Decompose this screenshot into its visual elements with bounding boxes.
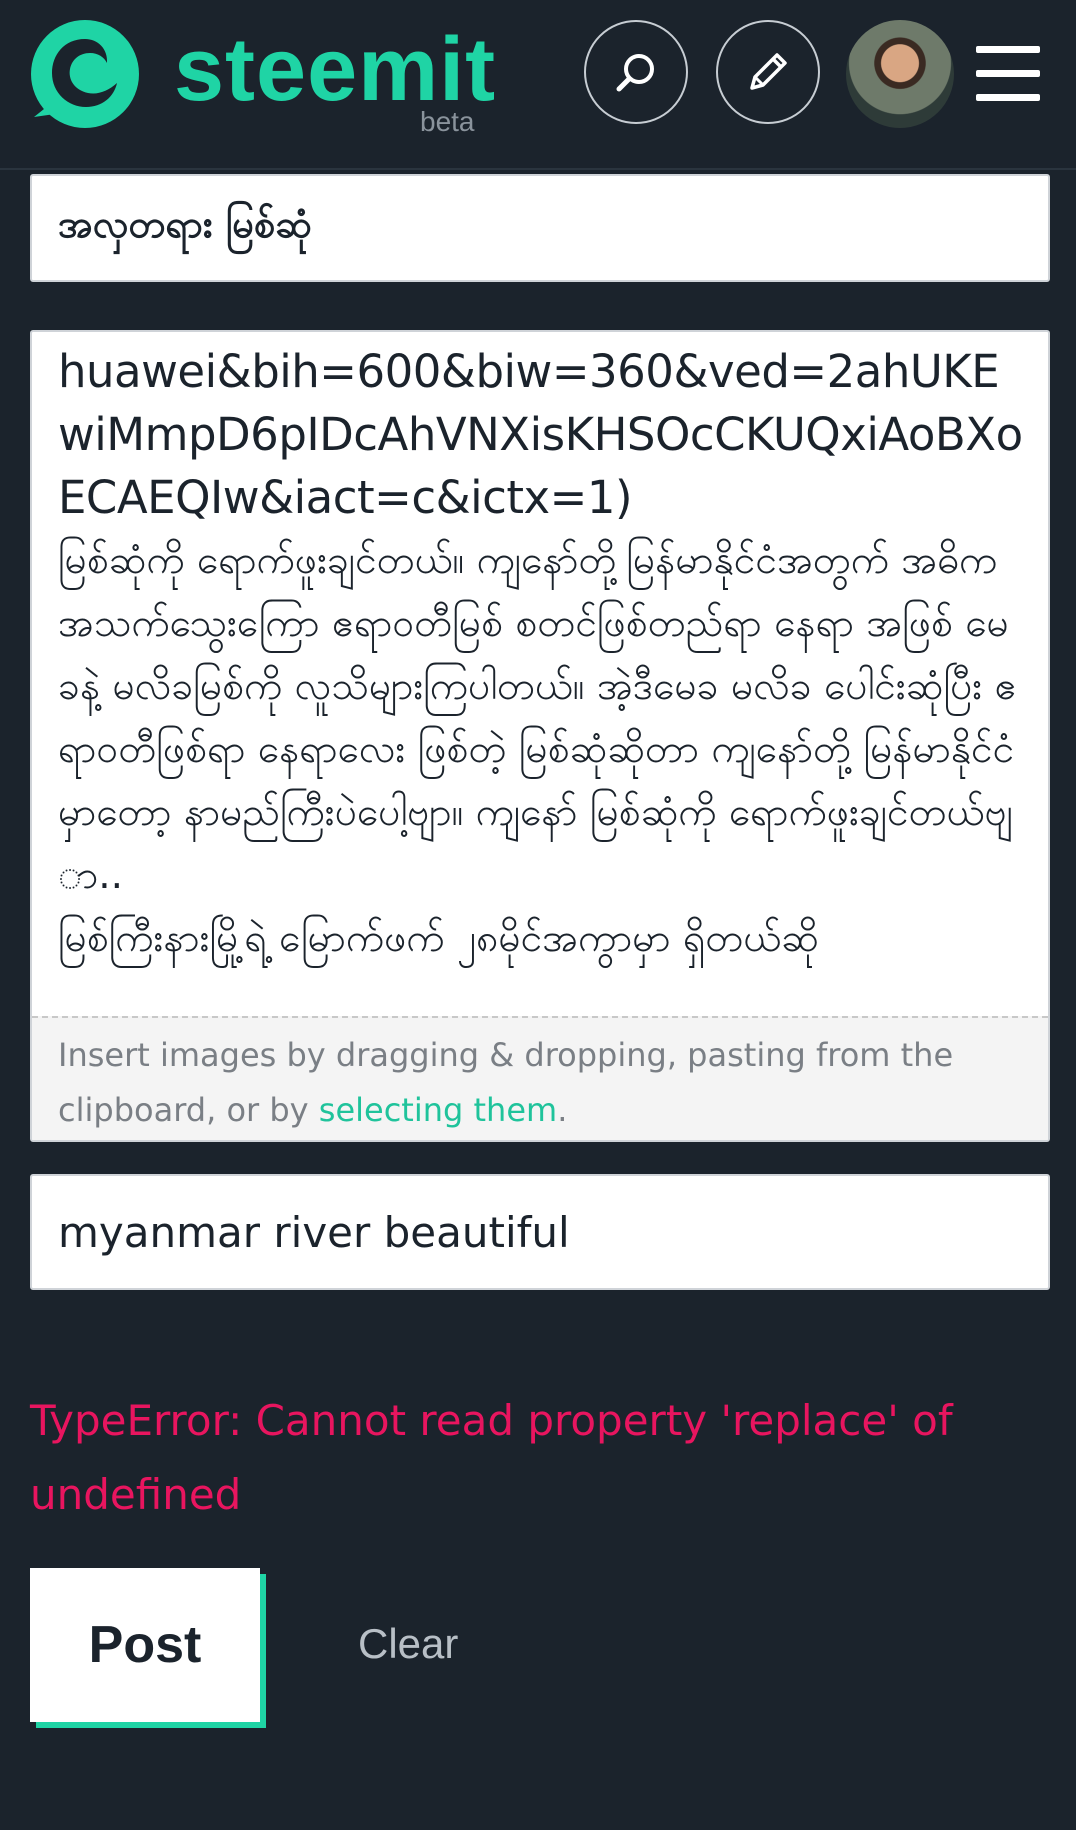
user-avatar[interactable]	[846, 20, 954, 128]
tags-input[interactable]: myanmar river beautiful	[30, 1174, 1050, 1290]
post-button[interactable]: Post	[30, 1568, 260, 1722]
search-button[interactable]	[584, 20, 688, 124]
compose-button[interactable]	[716, 20, 820, 124]
body-cut-line: မြစ်ကြီးနားမြို့ရဲ့ မြောက်ဖက် ၂၈မိုင်အကွ…	[58, 916, 819, 961]
clear-button[interactable]: Clear	[358, 1620, 458, 1668]
beta-badge: beta	[420, 106, 475, 137]
tags-value: myanmar river beautiful	[58, 1207, 570, 1257]
search-icon	[616, 54, 654, 92]
body-paragraph: မြစ်ဆုံကို ရောက်ဖူးချင်တယ်။ ကျနော်တို့မြ…	[58, 538, 1017, 898]
steemit-logo-icon[interactable]	[28, 17, 143, 132]
post-body-editor[interactable]: huawei&bih=600&biw=360&ved=2ahUKEwiMmpD6…	[30, 330, 1050, 1142]
logo-text[interactable]: steemit	[174, 20, 496, 120]
hamburger-menu-icon[interactable]	[976, 46, 1040, 102]
dropzone-end: .	[557, 1091, 568, 1129]
top-header: steemit beta	[0, 0, 1076, 170]
body-url-text: huawei&bih=600&biw=360&ved=2ahUKEwiMmpD6…	[58, 345, 1023, 524]
steemit-submit-page: steemit beta အလှတရား မြစ်ဆုံ huawei&bih=…	[0, 0, 1076, 1830]
error-message: TypeError: Cannot read property 'replace…	[30, 1396, 953, 1519]
post-title-input[interactable]: အလှတရား မြစ်ဆုံ	[30, 174, 1050, 282]
image-dropzone[interactable]: Insert images by dragging & dropping, pa…	[32, 1016, 1048, 1140]
body-textarea[interactable]: huawei&bih=600&biw=360&ved=2ahUKEwiMmpD6…	[58, 340, 1028, 1020]
select-images-link[interactable]: selecting them	[319, 1091, 557, 1129]
pencil-icon	[750, 53, 787, 90]
title-value: အလှတရား မြစ်ဆုံ	[58, 202, 313, 246]
